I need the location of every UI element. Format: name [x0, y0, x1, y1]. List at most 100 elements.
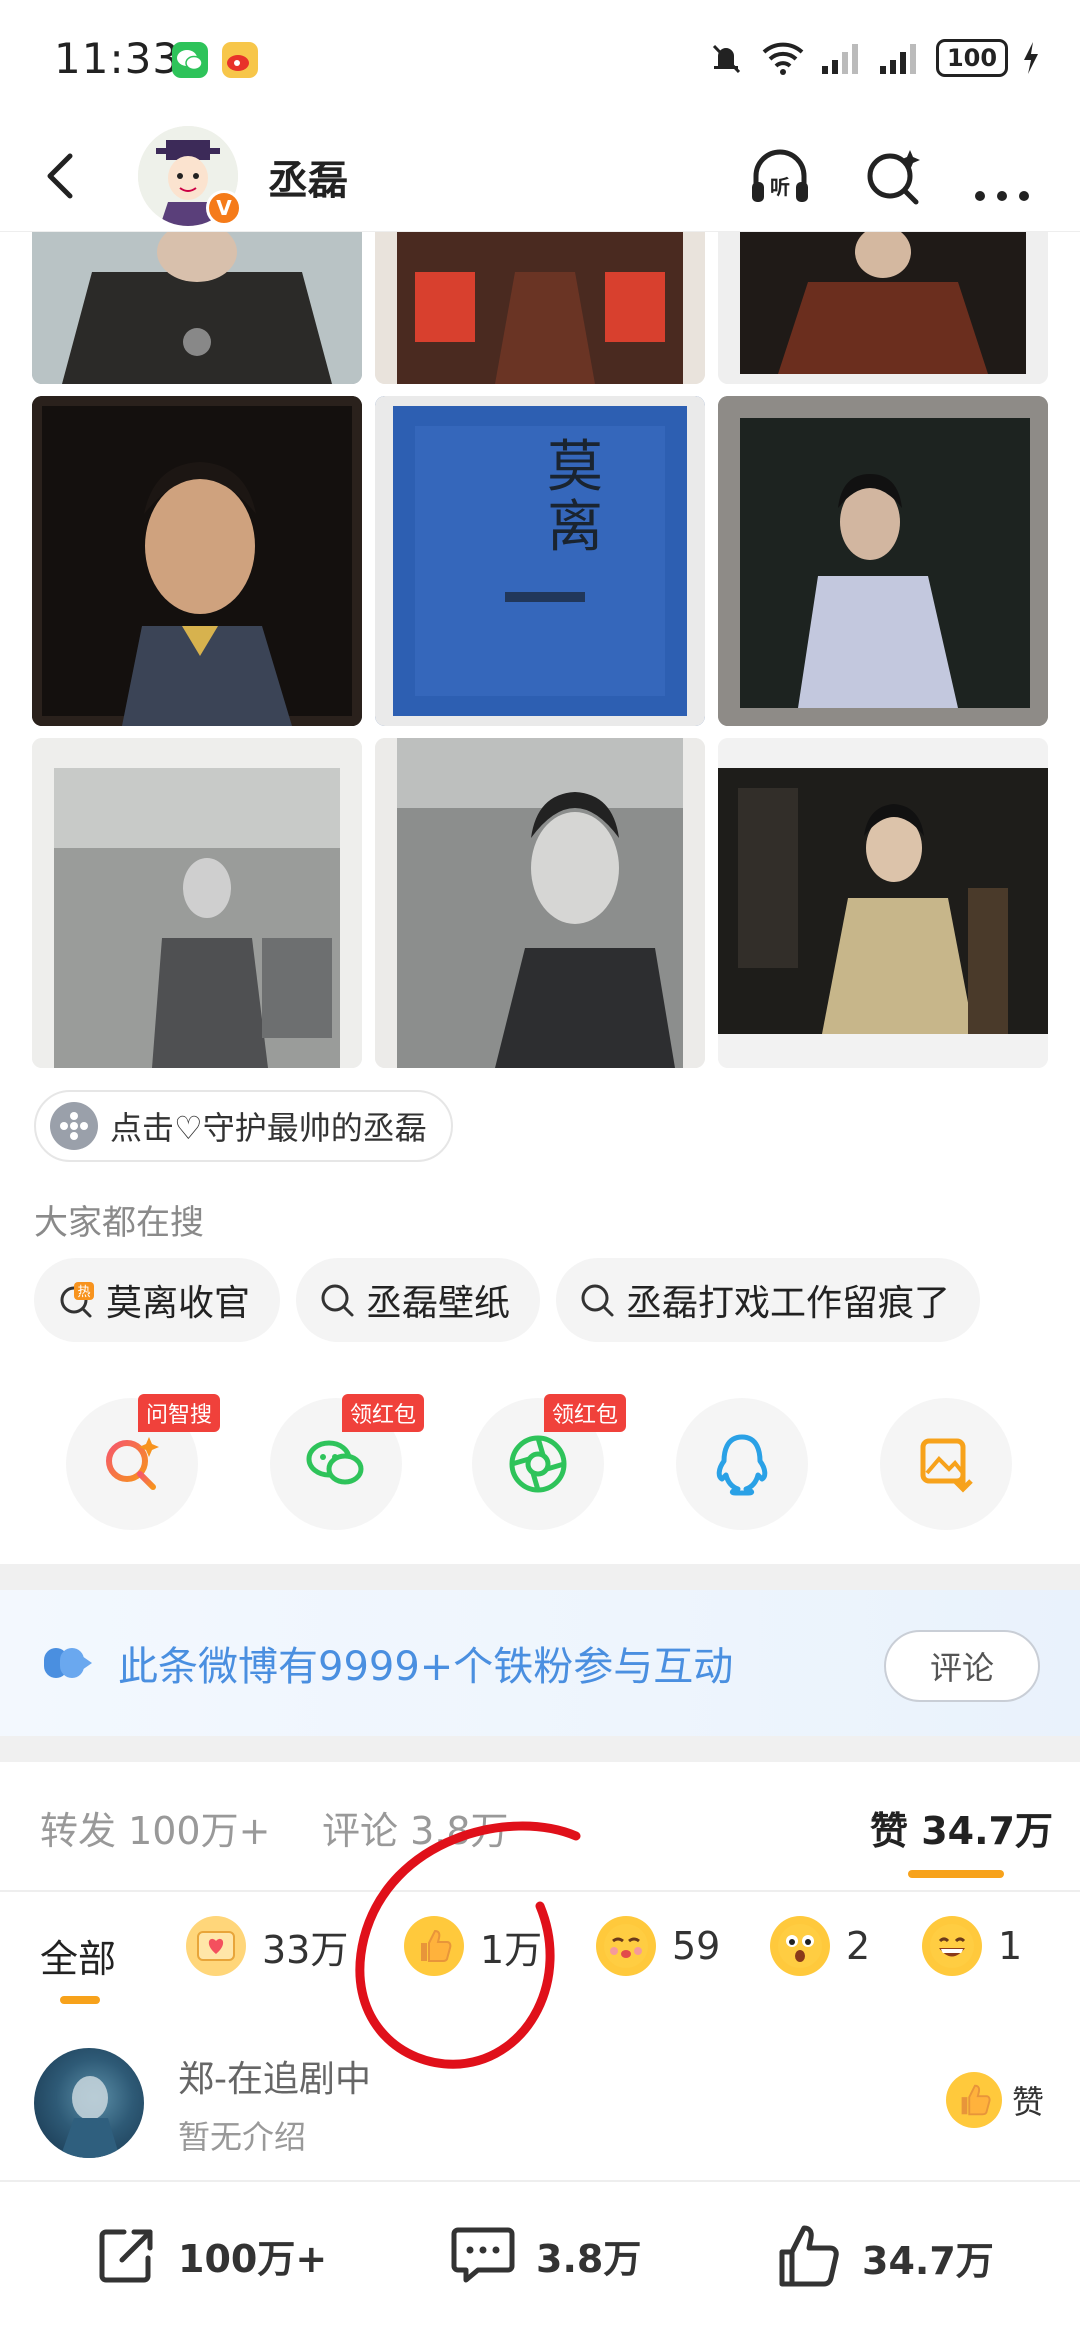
signal-icon-2: [880, 44, 916, 74]
back-arrow-icon: [47, 153, 73, 199]
reaction-all-indicator: [60, 1996, 100, 2004]
reaction-count: 1万: [480, 1927, 543, 1972]
search-icon: [581, 1284, 614, 1317]
protect-chip[interactable]: 点击♡守护最帅的丞磊: [34, 1090, 453, 1162]
surprised-face-icon: [770, 1916, 830, 1976]
liker-like-badge: 赞: [945, 2072, 1044, 2128]
reaction-count: 59: [672, 1924, 721, 1968]
top-nav: V 丞磊 听: [0, 120, 1080, 232]
photo-8[interactable]: [375, 738, 705, 1068]
search-button[interactable]: [858, 142, 930, 214]
photo-7[interactable]: [32, 738, 362, 1068]
section-divider: [0, 1736, 1080, 1762]
wechat-icon: [306, 1440, 364, 1485]
reaction-count: 33万: [262, 1927, 349, 1972]
hot-tag: 热: [77, 1285, 90, 1300]
fans-banner: 此条微博有9999+个铁粉参与互动 评论: [0, 1590, 1080, 1736]
liker-avatar[interactable]: [34, 2048, 144, 2158]
tab-comments[interactable]: 评论 3.8万: [322, 1800, 509, 1855]
share-icon: [99, 2229, 153, 2283]
hot-search-label-3: 丞磊打戏工作留痕了: [626, 1283, 951, 1324]
share-save-image-button[interactable]: [880, 1398, 1012, 1530]
reaction-surprised[interactable]: 2: [770, 1916, 870, 1976]
wifi-icon: [762, 42, 804, 75]
hot-search-chip-2[interactable]: 丞磊壁纸: [296, 1258, 541, 1342]
stats-tabs: 转发 100万+ 评论 3.8万 赞 34.7万: [0, 1762, 1080, 1890]
thumbs-up-icon: [404, 1916, 464, 1976]
share-qq-button[interactable]: [676, 1398, 808, 1530]
thumbs-up-outline-icon: [779, 2225, 839, 2287]
kiss-face-icon: [596, 1916, 656, 1976]
liker-row[interactable]: 郑-在追剧中 暂无介绍 赞: [0, 2028, 1080, 2178]
like-action-button[interactable]: 34.7万: [774, 2222, 994, 2292]
photo-2[interactable]: [375, 232, 705, 384]
back-button[interactable]: [30, 144, 94, 208]
fans-banner-text[interactable]: 此条微博有9999+个铁粉参与互动: [118, 1634, 733, 1692]
share-wechat-button[interactable]: 领红包: [270, 1394, 425, 1530]
grin-face-icon: [922, 1916, 982, 1976]
photo-6[interactable]: [718, 396, 1048, 726]
repost-button[interactable]: 100万+: [94, 2222, 327, 2288]
bottom-action-bar: 100万+ 3.8万 34.7万: [0, 2180, 1080, 2331]
reaction-all[interactable]: 全部: [40, 1928, 116, 1983]
search-icon: [321, 1284, 354, 1317]
smart-search-icon: [106, 1437, 159, 1490]
photo-9[interactable]: [718, 738, 1048, 1068]
reaction-grin[interactable]: 1: [922, 1916, 1022, 1976]
comment-button[interactable]: 评论: [884, 1630, 1040, 1702]
share-moments-button[interactable]: 领红包: [472, 1394, 627, 1530]
reaction-thumbs-up[interactable]: 1万: [404, 1916, 542, 1976]
repost-count: 100万+: [178, 2236, 328, 2281]
weibo-notification-icon: [222, 42, 258, 78]
photo-4[interactable]: [32, 396, 362, 726]
reaction-heart[interactable]: 33万: [186, 1916, 348, 1976]
heart-envelope-icon: [186, 1916, 246, 1976]
profile-avatar[interactable]: V: [138, 126, 242, 226]
liker-name[interactable]: 郑-在追剧中: [178, 2050, 371, 2102]
liker-bio: 暂无介绍: [178, 2118, 307, 2156]
headphones-icon: 听: [752, 149, 808, 202]
share-zhi-search-button[interactable]: 问智搜: [66, 1394, 221, 1530]
flower-icon: [50, 1102, 98, 1150]
mute-bell-icon: [712, 44, 741, 74]
more-dots-icon: [975, 191, 1029, 201]
svg-text:莫: 莫: [547, 435, 603, 500]
reaction-count: 2: [846, 1924, 871, 1968]
reaction-filter: 全部 33万 1万 59 2 1: [0, 1892, 1080, 2014]
hot-search-chip-3[interactable]: 丞磊打戏工作留痕了: [556, 1258, 981, 1342]
photo-3[interactable]: [718, 232, 1048, 384]
hot-search-title: 大家都在搜: [34, 1203, 204, 1243]
profile-name[interactable]: 丞磊: [268, 148, 348, 206]
battery-indicator: 100: [936, 39, 1008, 77]
hot-search-label-2: 丞磊壁纸: [366, 1283, 511, 1324]
share-tag-1: 问智搜: [138, 1394, 221, 1432]
tab-likes-indicator: [908, 1870, 1004, 1878]
photo-5[interactable]: 莫离: [375, 396, 705, 726]
search-icon: [867, 150, 920, 205]
hot-search-label-1: 莫离收官: [106, 1283, 251, 1324]
moments-icon: [509, 1435, 567, 1493]
thumbs-up-icon: [945, 2072, 1002, 2128]
fans-icon: [42, 1642, 94, 1688]
share-row: 问智搜 领红包 领红包: [66, 1394, 1014, 1530]
verified-badge: V: [206, 190, 242, 226]
comment-action-button[interactable]: 3.8万: [448, 2222, 641, 2288]
protect-chip-label: 点击♡守护最帅的丞磊: [110, 1109, 427, 1147]
save-image-icon: [920, 1438, 973, 1493]
share-tag-2: 领红包: [342, 1394, 425, 1432]
tab-repost[interactable]: 转发 100万+: [40, 1800, 270, 1855]
tab-likes[interactable]: 赞 34.7万: [870, 1800, 1053, 1855]
section-divider: [0, 1564, 1080, 1590]
charging-icon: [1024, 42, 1038, 74]
reaction-kiss[interactable]: 59: [596, 1916, 720, 1976]
signal-icon-1: [822, 44, 858, 74]
listen-button[interactable]: 听: [744, 142, 816, 214]
qq-icon: [716, 1434, 768, 1496]
hot-search-icon: 热: [60, 1282, 94, 1318]
more-button[interactable]: [966, 142, 1038, 214]
hot-search-chip-1[interactable]: 热 莫离收官: [34, 1258, 281, 1342]
comment-count: 3.8万: [536, 2236, 642, 2281]
status-indicators: 100: [706, 38, 1040, 78]
comment-icon: [451, 2227, 515, 2283]
photo-1[interactable]: [32, 232, 362, 384]
